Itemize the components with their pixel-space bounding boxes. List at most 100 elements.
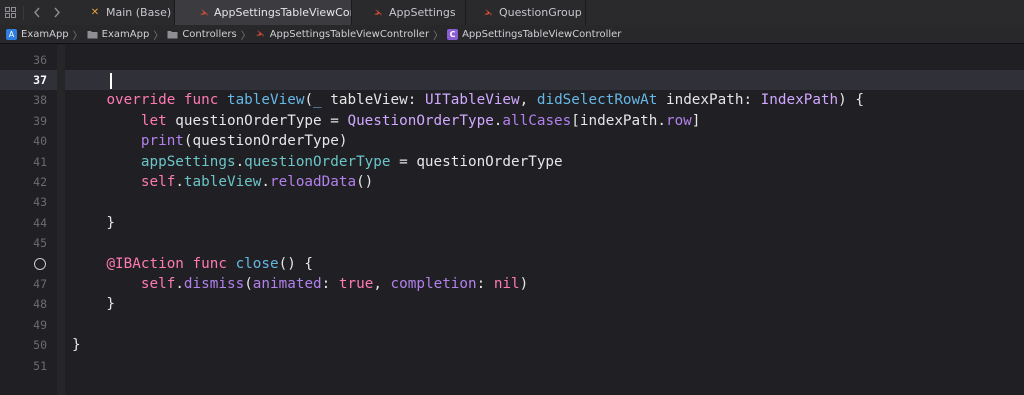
jump-bar: A ExamApp 〉 ExamApp 〉 Controllers 〉 AppS… — [0, 25, 1024, 44]
code-token: ( — [304, 92, 314, 109]
breadcrumb-label: ExamApp — [101, 28, 150, 40]
code-token: override — [106, 92, 176, 109]
forward-chevron-icon[interactable] — [47, 0, 67, 25]
code-token: self — [140, 174, 176, 190]
code-line[interactable]: } — [72, 213, 115, 233]
chevron-right-icon: 〉 — [153, 30, 164, 42]
code-token: allCases — [502, 112, 572, 129]
code-token: func — [183, 92, 219, 109]
tab-main-base[interactable]: ✕ Main (Base) — [81, 0, 175, 25]
line-number: 41 — [33, 154, 47, 169]
breadcrumb-symbol[interactable]: C AppSettingsTableViewController — [447, 28, 621, 40]
line-number: 39 — [33, 113, 47, 128]
code-line[interactable]: } — [72, 335, 81, 355]
tab-appsettings[interactable]: AppSettings — [352, 0, 466, 25]
swift-file-icon — [255, 29, 266, 40]
swift-file-icon — [199, 7, 209, 19]
code-line[interactable]: let questionOrderType = QuestionOrderTyp… — [72, 111, 701, 131]
code-token: let — [140, 112, 167, 129]
code-token: row — [665, 112, 692, 129]
tab-label: QuestionGroup — [499, 6, 582, 19]
code-token: tableView: — [321, 92, 425, 109]
line-number: 37 — [33, 73, 47, 87]
tab-questiongroup[interactable]: QuestionGroup — [466, 0, 586, 25]
line-number: 44 — [33, 215, 47, 230]
code-token: . — [175, 174, 184, 190]
code-line[interactable]: self.dismiss(animated: true, completion:… — [72, 274, 528, 294]
line-number: 40 — [33, 134, 47, 149]
code-token: . — [235, 153, 245, 170]
code-token: (questionOrderType) — [183, 133, 348, 150]
code-token: reloadData — [270, 174, 357, 190]
project-icon: A — [6, 28, 17, 40]
back-chevron-icon[interactable] — [27, 0, 47, 25]
chevron-right-icon: 〉 — [72, 30, 83, 42]
code-token: print — [140, 133, 184, 150]
breadcrumb-label: ExamApp — [21, 28, 69, 40]
code-token: () { — [278, 255, 314, 272]
code-token: IndexPath — [760, 92, 839, 109]
line-number: 49 — [33, 317, 47, 332]
code-token: ) { — [838, 92, 864, 109]
code-token: tableView — [183, 174, 262, 190]
code-token: UITableView — [424, 92, 520, 109]
code-token: questionOrderType = — [166, 112, 348, 129]
tab-appsettings-tableviewcontroller[interactable]: AppSettingsTableViewController — [175, 0, 352, 25]
tab-label: AppSettings — [389, 6, 456, 19]
interface-builder-icon: ✕ — [90, 7, 100, 18]
line-number-gutter[interactable]: 36 37 38 39 40 41 42 43 44 45 47 48 49 50 51 — [0, 45, 52, 395]
code-token: tableView — [226, 92, 305, 109]
code-token: nil — [493, 276, 520, 292]
class-symbol-icon: C — [447, 28, 459, 40]
code-line[interactable]: override func tableView(_ tableView: UIT… — [72, 90, 864, 110]
line-number: 38 — [33, 93, 47, 108]
tab-bar: ✕ Main (Base) AppSettingsTableViewContro… — [0, 0, 1024, 26]
line-number: 48 — [33, 297, 47, 312]
line-number: 51 — [33, 358, 47, 373]
code-token: . — [261, 174, 270, 190]
swift-file-icon — [482, 7, 494, 19]
code-token: animated — [252, 276, 322, 292]
code-token: func — [192, 255, 227, 272]
chevron-right-icon: 〉 — [240, 30, 251, 42]
line-number: 36 — [33, 52, 47, 67]
code-folding-ribbon[interactable] — [57, 45, 65, 395]
breadcrumb-project[interactable]: A ExamApp — [6, 28, 69, 40]
grid-icon[interactable] — [0, 0, 20, 25]
current-line-highlight — [0, 70, 1024, 91]
breadcrumb-group[interactable]: ExamApp — [87, 28, 150, 40]
code-token: didSelectRowAt — [536, 92, 658, 109]
line-number: 42 — [33, 175, 47, 189]
code-line[interactable]: @IBAction func close() { — [72, 254, 313, 274]
code-token: completion — [390, 276, 477, 292]
code-line[interactable]: } — [72, 294, 115, 314]
breadcrumb-file[interactable]: AppSettingsTableViewController — [255, 29, 429, 40]
tab-bar-empty-area — [586, 0, 1024, 25]
code-line[interactable]: print(questionOrderType) — [72, 131, 348, 151]
swift-file-icon — [372, 7, 384, 19]
breadcrumb-label: Controllers — [182, 28, 237, 40]
line-number: 50 — [33, 338, 47, 353]
code-token: true — [338, 276, 374, 292]
code-token: dismiss — [183, 276, 245, 292]
line-number: 47 — [33, 277, 47, 291]
code-token: ) — [519, 276, 529, 292]
code-token: } — [72, 337, 81, 354]
code-token: indexPath: — [657, 92, 761, 109]
code-line[interactable]: self.tableView.reloadData() — [72, 172, 373, 192]
code-token: : — [476, 276, 494, 292]
breadcrumb-folder[interactable]: Controllers — [167, 28, 237, 40]
line-number: 45 — [33, 236, 47, 251]
code-line[interactable]: appSettings.questionOrderType = question… — [72, 152, 563, 172]
code-token: appSettings — [140, 153, 236, 170]
xcode-editor-window: ✕ Main (Base) AppSettingsTableViewContro… — [0, 0, 1024, 395]
code-editor[interactable]: 36 37 38 39 40 41 42 43 44 45 47 48 49 50 51 override … — [0, 45, 1024, 395]
